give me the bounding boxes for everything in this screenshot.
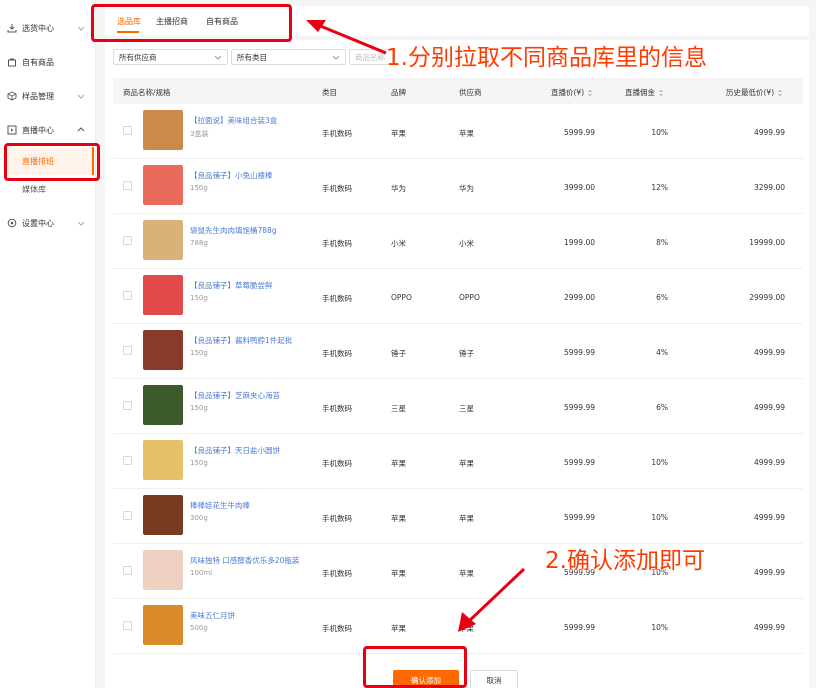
annotation-arrows (306, 20, 526, 632)
annotation-arrow-2 (458, 567, 526, 632)
annotation-arrow-1 (306, 20, 387, 55)
annotation-note-1: 1.分别拉取不同商品库里的信息 (386, 45, 707, 71)
annotation-note-2: 2.确认添加即可 (545, 548, 705, 574)
